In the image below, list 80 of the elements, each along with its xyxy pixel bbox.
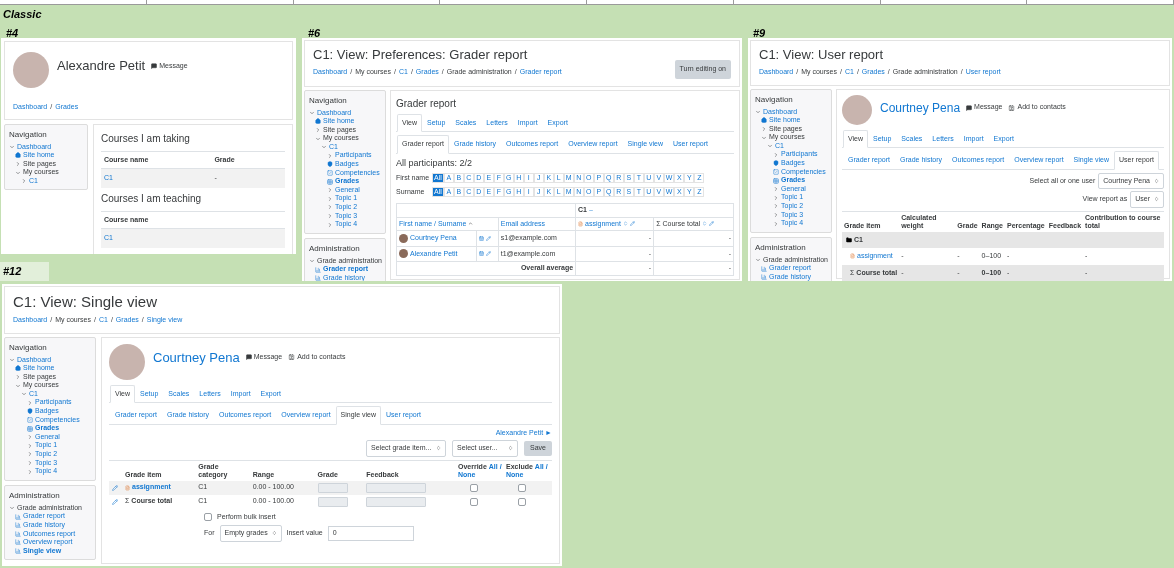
up-down-caret-icon (436, 445, 442, 452)
bar-chart-icon (315, 275, 321, 281)
block-title: Administration (755, 241, 807, 254)
screenshot-label: #4 (5, 26, 20, 41)
edit-icon[interactable] (486, 235, 492, 241)
home-icon (315, 118, 321, 125)
feedback-input[interactable] (366, 482, 427, 493)
block-title: Administration (309, 242, 361, 255)
home-icon (15, 365, 21, 372)
home-icon (15, 152, 21, 159)
screenshot-label: #12 (0, 262, 50, 281)
edit-icon[interactable] (112, 484, 118, 491)
profile-name[interactable]: Courtney Pena (880, 98, 961, 117)
table-icon (773, 177, 779, 184)
contact-card-icon (288, 354, 296, 361)
bar-chart-icon (15, 539, 21, 546)
grade-input[interactable] (317, 496, 348, 507)
shield-icon (773, 160, 779, 167)
up-down-caret-icon (508, 445, 514, 452)
block-title: Navigation (755, 93, 794, 106)
checkbox[interactable] (518, 497, 526, 506)
page-title: C1: View: Preferences: Grader report (313, 48, 529, 61)
up-down-caret-icon (1154, 196, 1159, 203)
contact-card-icon (1008, 104, 1016, 111)
edit-icon[interactable] (629, 221, 635, 227)
checkbox[interactable] (518, 483, 526, 492)
screenshot-label: #9 (752, 26, 767, 41)
sort-ascending-icon (468, 221, 474, 227)
screenshot-label: #6 (307, 26, 322, 41)
speech-bubble-icon (245, 354, 252, 361)
up-down-caret-icon (271, 530, 277, 537)
checkbox[interactable] (470, 483, 478, 492)
report-icon[interactable] (479, 235, 485, 241)
checkbox-icon (773, 168, 779, 175)
up-down-caret-icon (1154, 177, 1159, 184)
speech-bubble-icon (966, 104, 973, 111)
avatar (109, 343, 145, 380)
bar-chart-icon (761, 265, 767, 272)
folder-icon (846, 236, 852, 243)
speech-bubble-icon (151, 62, 158, 69)
edit-icon[interactable] (486, 251, 492, 257)
block-title: Administration (9, 489, 61, 502)
block-title: Navigation (9, 128, 48, 141)
section-title: Classic (3, 7, 42, 22)
bar-chart-icon (15, 548, 21, 555)
bar-chart-icon (761, 274, 767, 281)
shield-icon (27, 408, 33, 415)
page-title: C1: View: Single view (13, 294, 158, 309)
participants-heading: All participants: 2/2 (396, 156, 474, 170)
table-icon (27, 425, 33, 432)
sort-icon (622, 221, 628, 227)
checkbox[interactable] (470, 497, 478, 506)
feedback-input[interactable] (366, 496, 427, 507)
profile-name[interactable]: Courtney Pena (153, 347, 240, 367)
edit-icon[interactable] (112, 498, 118, 505)
table-icon (327, 178, 333, 185)
sort-icon (702, 221, 708, 227)
block-title: Navigation (309, 94, 348, 107)
edit-icon[interactable] (709, 221, 715, 227)
report-icon[interactable] (479, 251, 485, 257)
avatar (842, 94, 872, 125)
section-heading: Grader report (396, 96, 458, 111)
section-heading: Courses I am taking (101, 131, 191, 146)
block-title: Navigation (9, 341, 48, 354)
profile-name: Alexandre Petit (57, 57, 146, 75)
checkbox-icon (327, 169, 333, 176)
section-heading: Courses I am teaching (101, 191, 203, 206)
assignment-icon (850, 253, 855, 260)
assignment-icon (125, 484, 130, 491)
collapse-icon[interactable] (588, 207, 594, 213)
assignment-icon (578, 220, 584, 227)
shield-icon (327, 161, 333, 168)
bar-chart-icon (15, 513, 21, 520)
bar-chart-icon (315, 266, 321, 273)
checkbox[interactable] (204, 512, 212, 521)
checkbox-icon (27, 416, 33, 423)
grade-input[interactable] (317, 482, 348, 493)
avatar (13, 52, 49, 88)
page-title: C1: View: User report (759, 48, 885, 61)
home-icon (761, 117, 767, 124)
